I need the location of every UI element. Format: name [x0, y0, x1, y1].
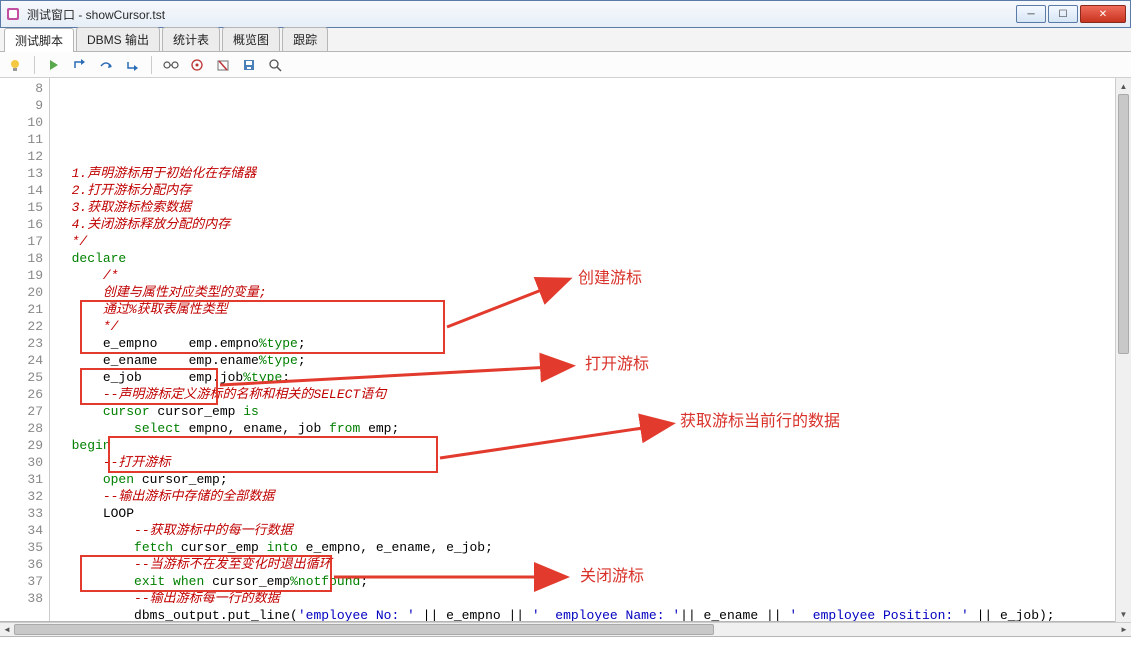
line-number: 29 — [0, 437, 43, 454]
line-number: 25 — [0, 369, 43, 386]
line-number: 24 — [0, 352, 43, 369]
app-icon — [5, 6, 21, 22]
toolbar-separator — [34, 56, 35, 74]
annotation-box-close — [80, 555, 332, 592]
line-number: 15 — [0, 199, 43, 216]
tab-label: 概览图 — [233, 33, 269, 47]
tab-label: 统计表 — [173, 33, 209, 47]
tab-test-script[interactable]: 测试脚本 — [4, 28, 74, 52]
horizontal-scrollbar[interactable]: ◄ ► — [0, 622, 1131, 636]
tab-statistics[interactable]: 统计表 — [162, 27, 220, 51]
line-number: 28 — [0, 420, 43, 437]
code-line: declare — [56, 250, 1131, 267]
run-icon[interactable] — [45, 56, 63, 74]
annotation-label-fetch: 获取游标当前行的数据 — [680, 413, 840, 430]
annotation-arrow — [447, 272, 577, 332]
line-number: 35 — [0, 539, 43, 556]
clear-icon[interactable] — [214, 56, 232, 74]
line-number: 36 — [0, 556, 43, 573]
find-icon[interactable] — [266, 56, 284, 74]
annotation-box-open — [80, 368, 218, 405]
line-number: 14 — [0, 182, 43, 199]
window-titlebar: 测试窗口 - showCursor.tst ─ ☐ ✕ — [0, 0, 1131, 28]
annotation-label-open: 打开游标 — [585, 356, 649, 373]
code-line: */ — [56, 233, 1131, 250]
save-icon[interactable] — [240, 56, 258, 74]
code-line: --输出游标每一行的数据 — [56, 590, 1131, 607]
toolbar-separator — [151, 56, 152, 74]
annotation-label-close: 关闭游标 — [580, 568, 644, 585]
line-number: 23 — [0, 335, 43, 352]
code-line: 4.关闭游标释放分配的内存 — [56, 216, 1131, 233]
line-number: 18 — [0, 250, 43, 267]
bottom-panel — [0, 636, 1131, 646]
line-number: 30 — [0, 454, 43, 471]
line-number: 32 — [0, 488, 43, 505]
line-number: 10 — [0, 114, 43, 131]
scrollbar-thumb[interactable] — [14, 624, 714, 635]
code-line: LOOP — [56, 505, 1131, 522]
code-line: --输出游标中存储的全部数据 — [56, 488, 1131, 505]
line-number: 17 — [0, 233, 43, 250]
tab-trace[interactable]: 跟踪 — [282, 27, 328, 51]
annotation-box-fetch — [108, 436, 438, 473]
tab-dbms-output[interactable]: DBMS 输出 — [76, 27, 160, 51]
step-over-icon[interactable] — [97, 56, 115, 74]
code-line: --获取游标中的每一行数据 — [56, 522, 1131, 539]
annotation-arrow — [440, 418, 680, 463]
line-number: 27 — [0, 403, 43, 420]
step-out-icon[interactable] — [123, 56, 141, 74]
glasses-icon[interactable] — [162, 56, 180, 74]
line-number: 20 — [0, 284, 43, 301]
annotation-label-create: 创建游标 — [578, 270, 642, 287]
line-number: 21 — [0, 301, 43, 318]
code-area[interactable]: 1.声明游标用于初始化在存储器 2.打开游标分配内存 3.获取游标检索数据 4.… — [50, 78, 1131, 621]
line-number-gutter: 8910111213141516171819202122232425262728… — [0, 78, 50, 621]
annotation-box-declare — [80, 300, 445, 354]
window-title: 测试窗口 - showCursor.tst — [27, 6, 165, 23]
line-number: 33 — [0, 505, 43, 522]
line-number: 31 — [0, 471, 43, 488]
tab-label: DBMS 输出 — [87, 33, 149, 47]
code-line: 3.获取游标检索数据 — [56, 199, 1131, 216]
code-line: open cursor_emp; — [56, 471, 1131, 488]
scroll-left-icon[interactable]: ◄ — [0, 623, 14, 636]
line-number: 38 — [0, 590, 43, 607]
line-number: 19 — [0, 267, 43, 284]
scroll-down-icon[interactable]: ▼ — [1116, 606, 1131, 622]
maximize-button[interactable]: ☐ — [1048, 5, 1078, 23]
line-number: 12 — [0, 148, 43, 165]
tabstrip: 测试脚本 DBMS 输出 统计表 概览图 跟踪 — [0, 28, 1131, 52]
code-line: 2.打开游标分配内存 — [56, 182, 1131, 199]
annotation-arrow — [334, 570, 574, 584]
tab-label: 测试脚本 — [15, 34, 63, 48]
line-number: 13 — [0, 165, 43, 182]
code-editor[interactable]: 8910111213141516171819202122232425262728… — [0, 78, 1131, 622]
line-number: 37 — [0, 573, 43, 590]
annotation-arrow — [220, 360, 580, 390]
line-number: 34 — [0, 522, 43, 539]
scroll-up-icon[interactable]: ▲ — [1116, 78, 1131, 94]
code-line: fetch cursor_emp into e_empno, e_ename, … — [56, 539, 1131, 556]
line-number: 8 — [0, 80, 43, 97]
line-number: 16 — [0, 216, 43, 233]
line-number: 9 — [0, 97, 43, 114]
code-line: 1.声明游标用于初始化在存储器 — [56, 165, 1131, 182]
vertical-scrollbar[interactable]: ▲ ▼ — [1115, 78, 1131, 622]
line-number: 11 — [0, 131, 43, 148]
tab-label: 跟踪 — [293, 33, 317, 47]
target-icon[interactable] — [188, 56, 206, 74]
close-button[interactable]: ✕ — [1080, 5, 1126, 23]
code-line: dbms_output.put_line('employee No: ' || … — [56, 607, 1131, 621]
scroll-right-icon[interactable]: ► — [1117, 623, 1131, 636]
toolbar — [0, 52, 1131, 78]
minimize-button[interactable]: ─ — [1016, 5, 1046, 23]
step-icon[interactable] — [71, 56, 89, 74]
window-buttons: ─ ☐ ✕ — [1014, 5, 1126, 23]
scrollbar-thumb[interactable] — [1118, 94, 1129, 354]
lightbulb-icon[interactable] — [6, 56, 24, 74]
line-number: 22 — [0, 318, 43, 335]
tab-overview[interactable]: 概览图 — [222, 27, 280, 51]
line-number: 26 — [0, 386, 43, 403]
